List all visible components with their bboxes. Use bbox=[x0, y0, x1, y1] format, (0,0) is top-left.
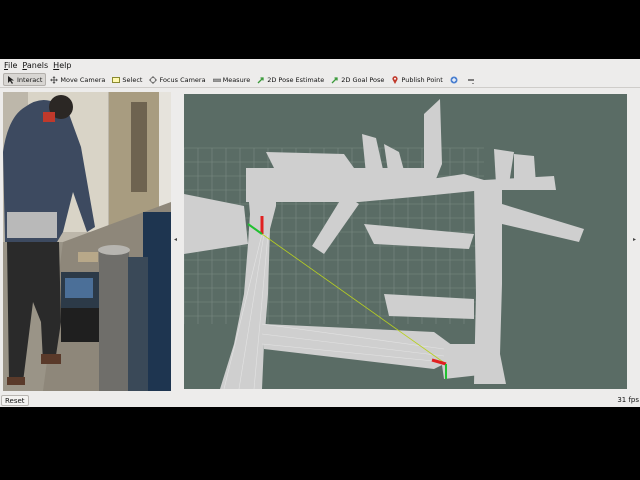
select-tool-label: Select bbox=[122, 75, 143, 84]
measure-tool-label: Measure bbox=[222, 75, 251, 84]
green-arrow-icon bbox=[331, 76, 339, 84]
menubar: File Panels Help bbox=[0, 59, 640, 72]
rviz-window: File Panels Help Interact Move Camera Se… bbox=[0, 59, 640, 407]
measure-tool-button[interactable]: Measure bbox=[210, 73, 254, 86]
menu-help[interactable]: Help bbox=[53, 61, 71, 70]
focus-camera-tool-label: Focus Camera bbox=[159, 75, 206, 84]
ruler-icon bbox=[212, 76, 221, 84]
pose-estimate-tool-button[interactable]: 2D Pose Estimate bbox=[254, 73, 327, 86]
menu-panels[interactable]: Panels bbox=[22, 61, 48, 70]
status-bar: Reset 31 fps bbox=[0, 394, 640, 407]
focus-camera-tool-button[interactable]: Focus Camera bbox=[146, 73, 208, 86]
collapse-left-icon[interactable]: ◂ bbox=[174, 236, 177, 243]
move-camera-tool-label: Move Camera bbox=[60, 75, 106, 84]
3d-render-viewport[interactable] bbox=[184, 94, 627, 389]
expand-right-icon[interactable]: ▸ bbox=[633, 236, 636, 243]
select-box-icon bbox=[112, 76, 121, 84]
map-free-space bbox=[184, 99, 584, 389]
interact-tool-label: Interact bbox=[17, 75, 43, 84]
select-tool-button[interactable]: Select bbox=[109, 73, 145, 86]
goal-pose-tool-label: 2D Goal Pose bbox=[341, 75, 385, 84]
cursor-icon bbox=[7, 75, 15, 84]
move-arrows-icon bbox=[50, 75, 59, 84]
camera-feed-image bbox=[3, 92, 171, 391]
map-pin-icon bbox=[391, 75, 399, 84]
remove-tool-button[interactable] bbox=[464, 73, 480, 86]
menu-file[interactable]: File bbox=[4, 61, 17, 70]
camera-image-panel bbox=[3, 92, 171, 391]
move-camera-tool-button[interactable]: Move Camera bbox=[47, 73, 108, 86]
focus-target-icon bbox=[149, 75, 158, 84]
tools-toolbar: Interact Move Camera Select Focus Camera… bbox=[0, 72, 640, 88]
right-panel-collapsed[interactable]: ▸ bbox=[630, 92, 640, 391]
main-area: ◂ ▸ bbox=[0, 90, 640, 394]
goal-pose-tool-button[interactable]: 2D Goal Pose bbox=[328, 73, 387, 86]
panel-splitter[interactable]: ◂ bbox=[172, 92, 182, 391]
interact-tool-button[interactable]: Interact bbox=[3, 73, 47, 86]
occupancy-map bbox=[184, 99, 584, 389]
fps-readout: 31 fps bbox=[617, 396, 639, 404]
publish-point-tool-button[interactable]: Publish Point bbox=[388, 73, 445, 86]
minus-icon bbox=[467, 76, 475, 84]
reset-button[interactable]: Reset bbox=[1, 395, 29, 406]
plus-icon bbox=[450, 76, 458, 84]
publish-point-tool-label: Publish Point bbox=[401, 75, 443, 84]
green-arrow-icon bbox=[257, 76, 265, 84]
add-tool-button[interactable] bbox=[447, 73, 463, 86]
pose-estimate-tool-label: 2D Pose Estimate bbox=[267, 75, 325, 84]
